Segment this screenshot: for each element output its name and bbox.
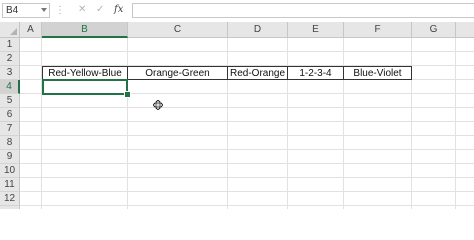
row-header-5[interactable]: 5 bbox=[0, 94, 20, 108]
column-header-a[interactable]: A bbox=[20, 22, 42, 38]
cell-e3[interactable]: 1-2-3-4 bbox=[288, 66, 344, 80]
column-header-e[interactable]: E bbox=[288, 22, 344, 38]
gridline bbox=[411, 38, 412, 209]
gridline bbox=[127, 38, 128, 209]
cancel-icon[interactable]: ✕ bbox=[78, 4, 86, 16]
move-cursor-icon bbox=[153, 100, 163, 110]
gridline bbox=[455, 38, 456, 209]
cell-c3[interactable]: Orange-Green bbox=[128, 66, 228, 80]
gridline bbox=[20, 121, 474, 122]
gridline bbox=[20, 191, 474, 192]
row-header-3[interactable]: 3 bbox=[0, 66, 20, 80]
gridline bbox=[20, 135, 474, 136]
row-header-10[interactable]: 10 bbox=[0, 164, 20, 178]
row-header-1[interactable]: 1 bbox=[0, 38, 20, 52]
insert-function-icon[interactable]: fx bbox=[114, 4, 123, 16]
name-box-dropdown-icon[interactable] bbox=[41, 8, 47, 12]
row-header-13[interactable] bbox=[0, 206, 20, 209]
name-box-value: B4 bbox=[6, 5, 19, 16]
column-header-g[interactable]: G bbox=[412, 22, 456, 38]
row-header-2[interactable]: 2 bbox=[0, 52, 20, 66]
cell-f3[interactable]: Blue-Violet bbox=[344, 66, 412, 80]
row-header-11[interactable]: 11 bbox=[0, 178, 20, 192]
select-all-icon bbox=[10, 28, 17, 35]
gridline bbox=[20, 107, 474, 108]
row-header-8[interactable]: 8 bbox=[0, 136, 20, 150]
worksheet-grid[interactable]: A B C D E F G 1 2 3 4 5 6 7 8 9 10 11 12… bbox=[0, 22, 474, 209]
gridline bbox=[41, 38, 42, 209]
cell-d3[interactable]: Red-Orange bbox=[228, 66, 288, 80]
row-header-12[interactable]: 12 bbox=[0, 192, 20, 206]
row-header-4[interactable]: 4 bbox=[0, 80, 20, 94]
enter-icon[interactable]: ✓ bbox=[96, 4, 104, 16]
gridline bbox=[20, 51, 474, 52]
row-header-6[interactable]: 6 bbox=[0, 108, 20, 122]
column-header-f[interactable]: F bbox=[344, 22, 412, 38]
row-header-7[interactable]: 7 bbox=[0, 122, 20, 136]
formula-input[interactable] bbox=[132, 3, 474, 18]
column-header-h-partial[interactable] bbox=[456, 22, 474, 38]
row-header-9[interactable]: 9 bbox=[0, 150, 20, 164]
gridline bbox=[20, 149, 474, 150]
selected-cell-b4[interactable] bbox=[42, 79, 128, 95]
gridline bbox=[343, 38, 344, 209]
column-header-b[interactable]: B bbox=[42, 22, 128, 38]
gridline bbox=[20, 205, 474, 206]
column-header-d[interactable]: D bbox=[228, 22, 288, 38]
gridline bbox=[227, 38, 228, 209]
gridline bbox=[20, 163, 474, 164]
fill-handle[interactable] bbox=[124, 91, 131, 98]
formula-bar: B4 ⋮ ✕ ✓ fx bbox=[0, 0, 474, 23]
cell-b3[interactable]: Red-Yellow-Blue bbox=[42, 66, 128, 80]
gridline bbox=[20, 177, 474, 178]
select-all-button[interactable] bbox=[0, 22, 20, 38]
formula-bar-resize-icon[interactable]: ⋮ bbox=[55, 5, 65, 16]
column-header-c[interactable]: C bbox=[128, 22, 228, 38]
gridline bbox=[287, 38, 288, 209]
